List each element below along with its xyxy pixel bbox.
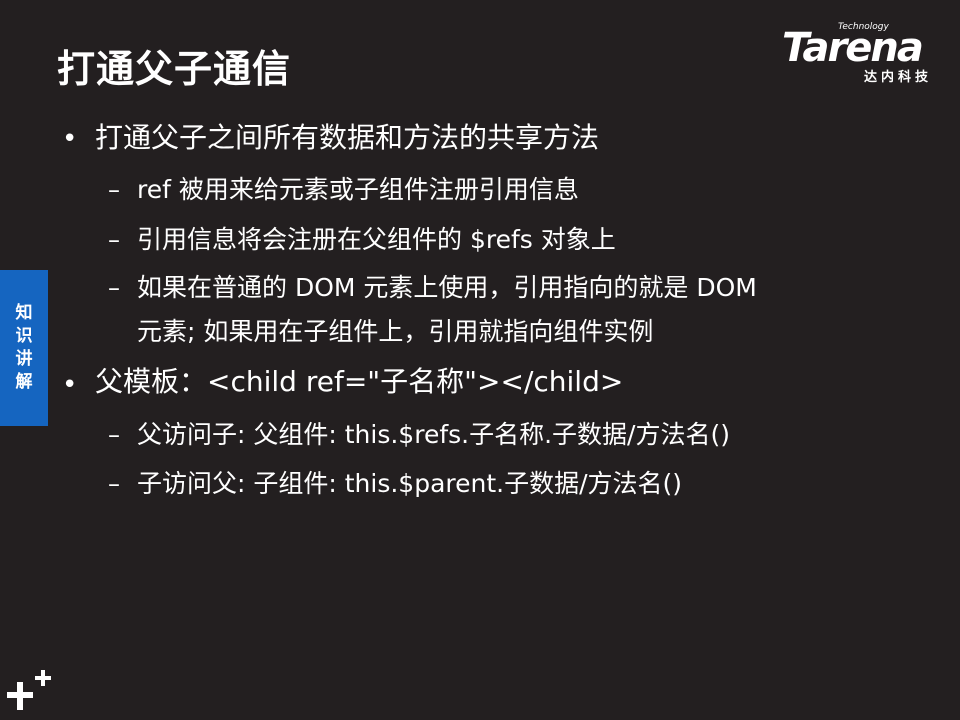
dash-marker: – — [108, 274, 120, 302]
bullet-1-sub-1: ref 被用来给元素或子组件注册引用信息 — [137, 175, 579, 204]
side-tab-label: 知识讲解 — [15, 303, 33, 392]
logo-wordmark: Tarena — [782, 25, 924, 71]
bullet-marker: • — [62, 370, 78, 400]
bullet-2-sub-2: 子访问父: 子组件: this.$parent.子数据/方法名() — [137, 469, 683, 498]
bullet-1-sub-3: 如果在普通的 DOM 元素上使用，引用指向的就是 DOM — [137, 273, 757, 302]
bullet-2-sub-1: 父访问子: 父组件: this.$refs.子名称.子数据/方法名() — [137, 420, 730, 449]
slide-title: 打通父子通信 — [57, 47, 292, 91]
dash-marker: – — [108, 470, 120, 498]
plus-plus-icon — [7, 670, 51, 710]
bullet-1-sub-3-cont: 元素; 如果用在子组件上，引用就指向组件实例 — [137, 317, 654, 346]
dash-marker: – — [108, 176, 120, 204]
bullet-1-sub-2: 引用信息将会注册在父组件的 $refs 对象上 — [137, 225, 616, 254]
bullet-marker: • — [62, 124, 78, 154]
bullet-2-text: 父模板：<child ref="子名称"></child> — [95, 365, 624, 398]
side-tab-knowledge: 知识讲解 — [0, 270, 48, 426]
logo-chinese-text: 达内科技 — [864, 70, 933, 85]
bullet-1-text: 打通父子之间所有数据和方法的共享方法 — [95, 121, 600, 154]
tarena-logo: Technology Tarena 达内科技 — [782, 22, 947, 85]
dash-marker: – — [108, 226, 120, 254]
dash-marker: – — [108, 421, 120, 449]
